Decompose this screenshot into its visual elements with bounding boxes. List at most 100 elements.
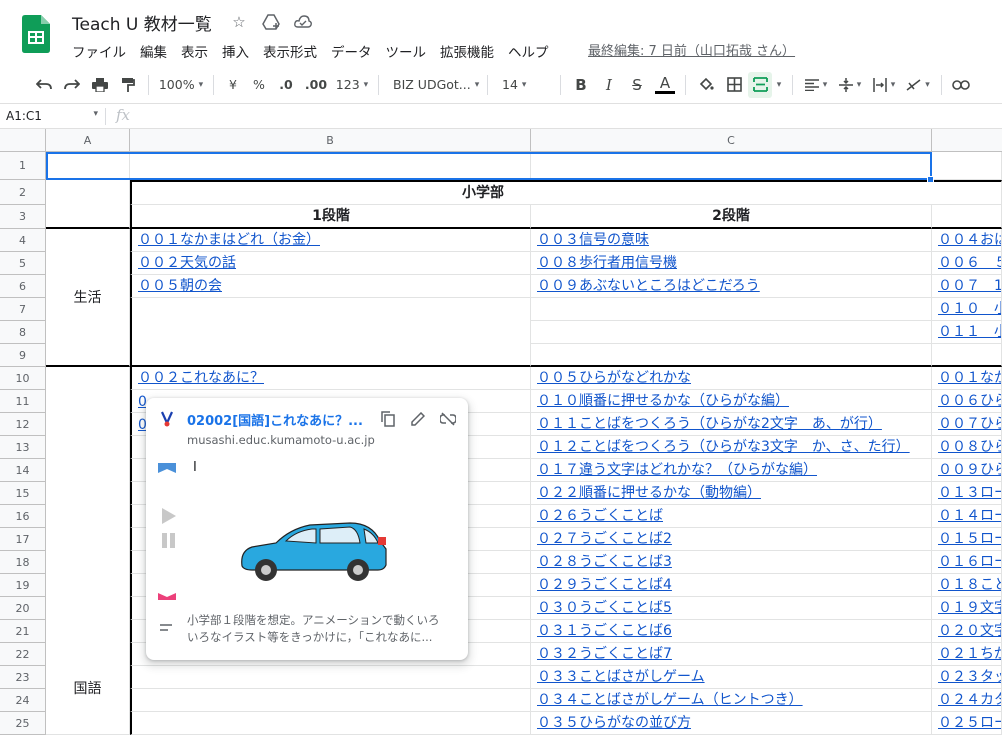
italic-icon[interactable]: I (595, 72, 623, 98)
row-header-14[interactable]: 14 (0, 459, 46, 482)
header-stage1[interactable]: 1段階 (130, 205, 531, 229)
cell-c21[interactable]: ０３１うごくことば6 (531, 620, 932, 643)
cell-d10[interactable]: ００１なか (932, 367, 1002, 390)
cell-d24[interactable]: ０２４カタ (932, 689, 1002, 712)
cell-b1[interactable] (130, 152, 531, 180)
row-header-18[interactable]: 18 (0, 551, 46, 574)
row-header-13[interactable]: 13 (0, 436, 46, 459)
column-header-d[interactable] (932, 129, 1002, 152)
cell-b5[interactable]: ００２天気の話 (130, 252, 531, 275)
cell-c23[interactable]: ０３３ことばさがしゲーム (531, 666, 932, 689)
zoom-select[interactable]: 100% (155, 72, 207, 98)
row-header-11[interactable]: 11 (0, 390, 46, 413)
cell-d6[interactable]: ００７ 1 (932, 275, 1002, 298)
cell-c13[interactable]: ０１２ことばをつくろう（ひらがな3文字 か、さ、た行） (531, 436, 932, 459)
percent-format-button[interactable]: % (246, 72, 272, 98)
menu-data[interactable]: データ (331, 41, 372, 61)
cell-c7[interactable] (531, 298, 932, 321)
cell-c15[interactable]: ０２２順番に押せるかな（動物編） (531, 482, 932, 505)
fill-handle[interactable] (927, 176, 934, 183)
cell-c16[interactable]: ０２６うごくことば (531, 505, 932, 528)
row-header-12[interactable]: 12 (0, 413, 46, 436)
edit-link-icon[interactable] (408, 409, 428, 429)
copy-link-icon[interactable] (378, 409, 398, 429)
star-icon[interactable]: ☆ (228, 12, 250, 32)
category-japanese[interactable]: 国語 (46, 367, 130, 735)
cell-c4[interactable]: ００３信号の意味 (531, 229, 932, 252)
row-header-25[interactable]: 25 (0, 712, 46, 735)
column-header-c[interactable]: C (531, 129, 932, 152)
row-header-16[interactable]: 16 (0, 505, 46, 528)
paint-format-icon[interactable] (114, 72, 142, 98)
row-header-17[interactable]: 17 (0, 528, 46, 551)
move-to-drive-icon[interactable] (260, 12, 282, 32)
cell-c18[interactable]: ０２８うごくことば3 (531, 551, 932, 574)
row-header-2[interactable]: 2 (0, 180, 46, 205)
bold-icon[interactable]: B (567, 72, 595, 98)
cell-c14[interactable]: ０１７違う文字はどれかな？（ひらがな編） (531, 459, 932, 482)
column-header-b[interactable]: B (130, 129, 531, 152)
print-icon[interactable] (86, 72, 114, 98)
name-box[interactable]: A1:C1 (6, 109, 98, 123)
menu-file[interactable]: ファイル (72, 41, 126, 61)
row-header-5[interactable]: 5 (0, 252, 46, 275)
cloud-status-icon[interactable] (292, 12, 314, 32)
cell-b6[interactable]: ００５朝の会 (130, 275, 531, 298)
select-all-corner[interactable] (0, 129, 46, 152)
row-header-20[interactable]: 20 (0, 597, 46, 620)
cell-c17[interactable]: ０２７うごくことば2 (531, 528, 932, 551)
font-size-select[interactable]: 14 (494, 72, 554, 98)
cell-c19[interactable]: ０２９うごくことば4 (531, 574, 932, 597)
row-header-22[interactable]: 22 (0, 643, 46, 666)
menu-edit[interactable]: 編集 (140, 41, 167, 61)
more-formats-select[interactable]: 123 (332, 72, 372, 98)
cell-c25[interactable]: ０３５ひらがなの並び方 (531, 712, 932, 735)
cell-d15[interactable]: ０１３ロー (932, 482, 1002, 505)
cell-d23[interactable]: ０２３タッ (932, 666, 1002, 689)
cell-d19[interactable]: ０１８こと (932, 574, 1002, 597)
strikethrough-icon[interactable]: S (623, 72, 651, 98)
row-header-9[interactable]: 9 (0, 344, 46, 367)
row-header-23[interactable]: 23 (0, 666, 46, 689)
cell-c24[interactable]: ０３４ことばさがしゲーム（ヒントつき） (531, 689, 932, 712)
row-header-4[interactable]: 4 (0, 229, 46, 252)
category-life[interactable]: 生活 (46, 229, 130, 367)
cell-d7[interactable]: ０１０ 小 (932, 298, 1002, 321)
cell-c12[interactable]: ０１１ことばをつくろう（ひらがな2文字 あ、が行） (531, 413, 932, 436)
text-rotation-icon[interactable] (901, 72, 935, 98)
menu-help[interactable]: ヘルプ (508, 41, 549, 61)
cell-c11[interactable]: ０１０順番に押せるかな（ひらがな編） (531, 390, 932, 413)
cell-d25[interactable]: ０２５ロー (932, 712, 1002, 735)
merge-cells-icon[interactable] (748, 71, 772, 98)
row-header-8[interactable]: 8 (0, 321, 46, 344)
cell-b25[interactable] (130, 712, 531, 735)
cell-b7-b9[interactable] (130, 298, 531, 367)
row-header-7[interactable]: 7 (0, 298, 46, 321)
cell-b24[interactable] (130, 689, 531, 712)
row-header-6[interactable]: 6 (0, 275, 46, 298)
menu-view[interactable]: 表示 (181, 41, 208, 61)
row-header-19[interactable]: 19 (0, 574, 46, 597)
cell-d14[interactable]: ００９ひら (932, 459, 1002, 482)
cell-a1[interactable] (46, 152, 130, 180)
menu-tools[interactable]: ツール (386, 41, 427, 61)
cell-c9[interactable] (531, 344, 932, 367)
insert-link-icon[interactable] (948, 72, 974, 98)
menu-insert[interactable]: 挿入 (222, 41, 249, 61)
cell-d18[interactable]: ０１６ロー (932, 551, 1002, 574)
row-header-24[interactable]: 24 (0, 689, 46, 712)
cell-c5[interactable]: ００８歩行者用信号機 (531, 252, 932, 275)
cell-c6[interactable]: ００９あぶないところはどこだろう (531, 275, 932, 298)
cell-d5[interactable]: ００６ ５ (932, 252, 1002, 275)
vertical-align-icon[interactable] (833, 72, 867, 98)
cell-d11[interactable]: ００６ひら (932, 390, 1002, 413)
remove-link-icon[interactable] (438, 409, 458, 429)
cell-c1[interactable] (531, 152, 932, 180)
merge-dropdown-icon[interactable]: ▾ (772, 72, 786, 98)
cell-d8[interactable]: ０１１ 小 (932, 321, 1002, 344)
document-title[interactable]: Teach U 教材一覧 (72, 10, 212, 35)
link-title[interactable]: 02002[国語]これなあに？... (187, 410, 367, 429)
cell-c22[interactable]: ０３２うごくことば7 (531, 643, 932, 666)
cell-d9[interactable] (932, 344, 1002, 367)
text-color-icon[interactable]: A (651, 72, 679, 98)
